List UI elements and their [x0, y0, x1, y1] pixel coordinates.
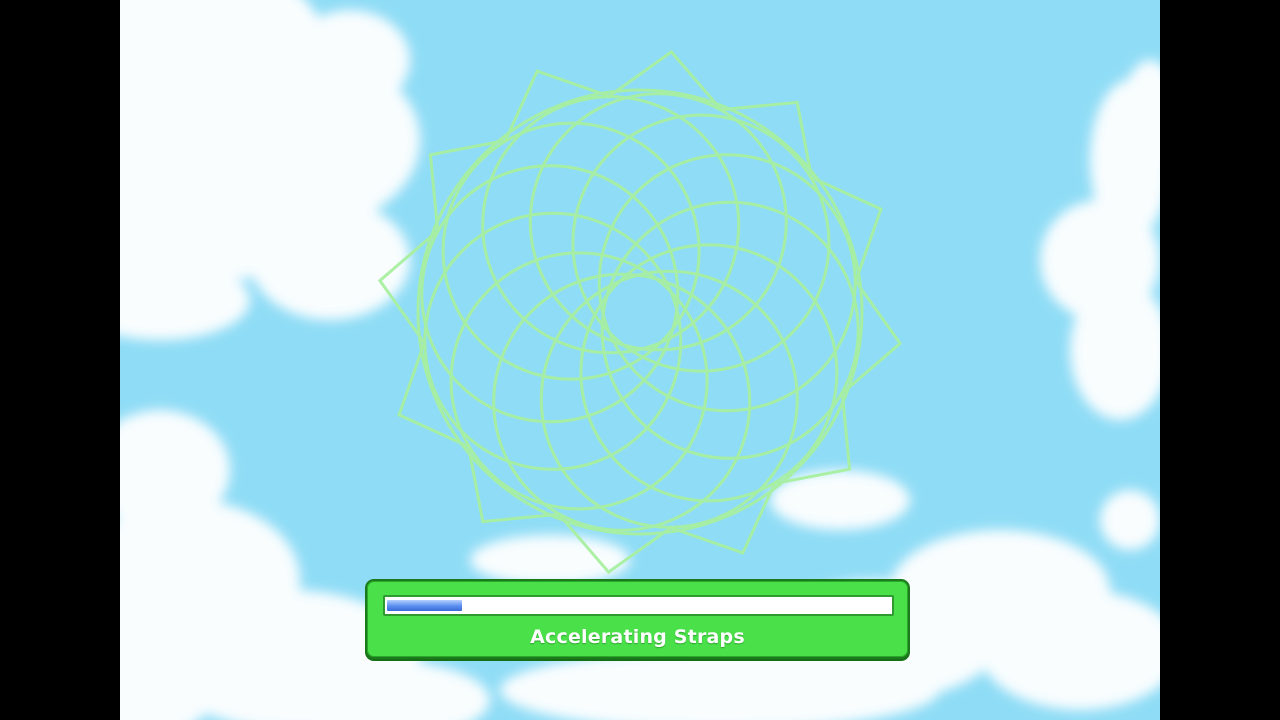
loading-panel: Accelerating Straps	[365, 579, 910, 659]
emblem-ring-11	[571, 113, 831, 373]
emblem-ring-2	[579, 243, 839, 503]
emblem-ring-7	[420, 164, 680, 424]
emblem-ring-4	[492, 272, 752, 532]
game-screen: Accelerating Straps	[0, 0, 1280, 720]
emblem-ring-5	[449, 251, 709, 511]
emblem-ring-9	[481, 95, 741, 355]
emblem-ring-3	[539, 269, 799, 529]
loading-progress-bar	[383, 595, 894, 616]
loading-progress-fill	[387, 600, 462, 611]
emblem-ring-8	[441, 121, 701, 381]
emblem-ring-12	[597, 153, 857, 413]
emblem-ring-10	[528, 92, 788, 352]
emblem-ring-1	[600, 200, 860, 460]
emblem-ring-6	[423, 211, 683, 471]
game-viewport: Accelerating Straps	[120, 0, 1160, 720]
loading-label: Accelerating Straps	[530, 626, 745, 648]
